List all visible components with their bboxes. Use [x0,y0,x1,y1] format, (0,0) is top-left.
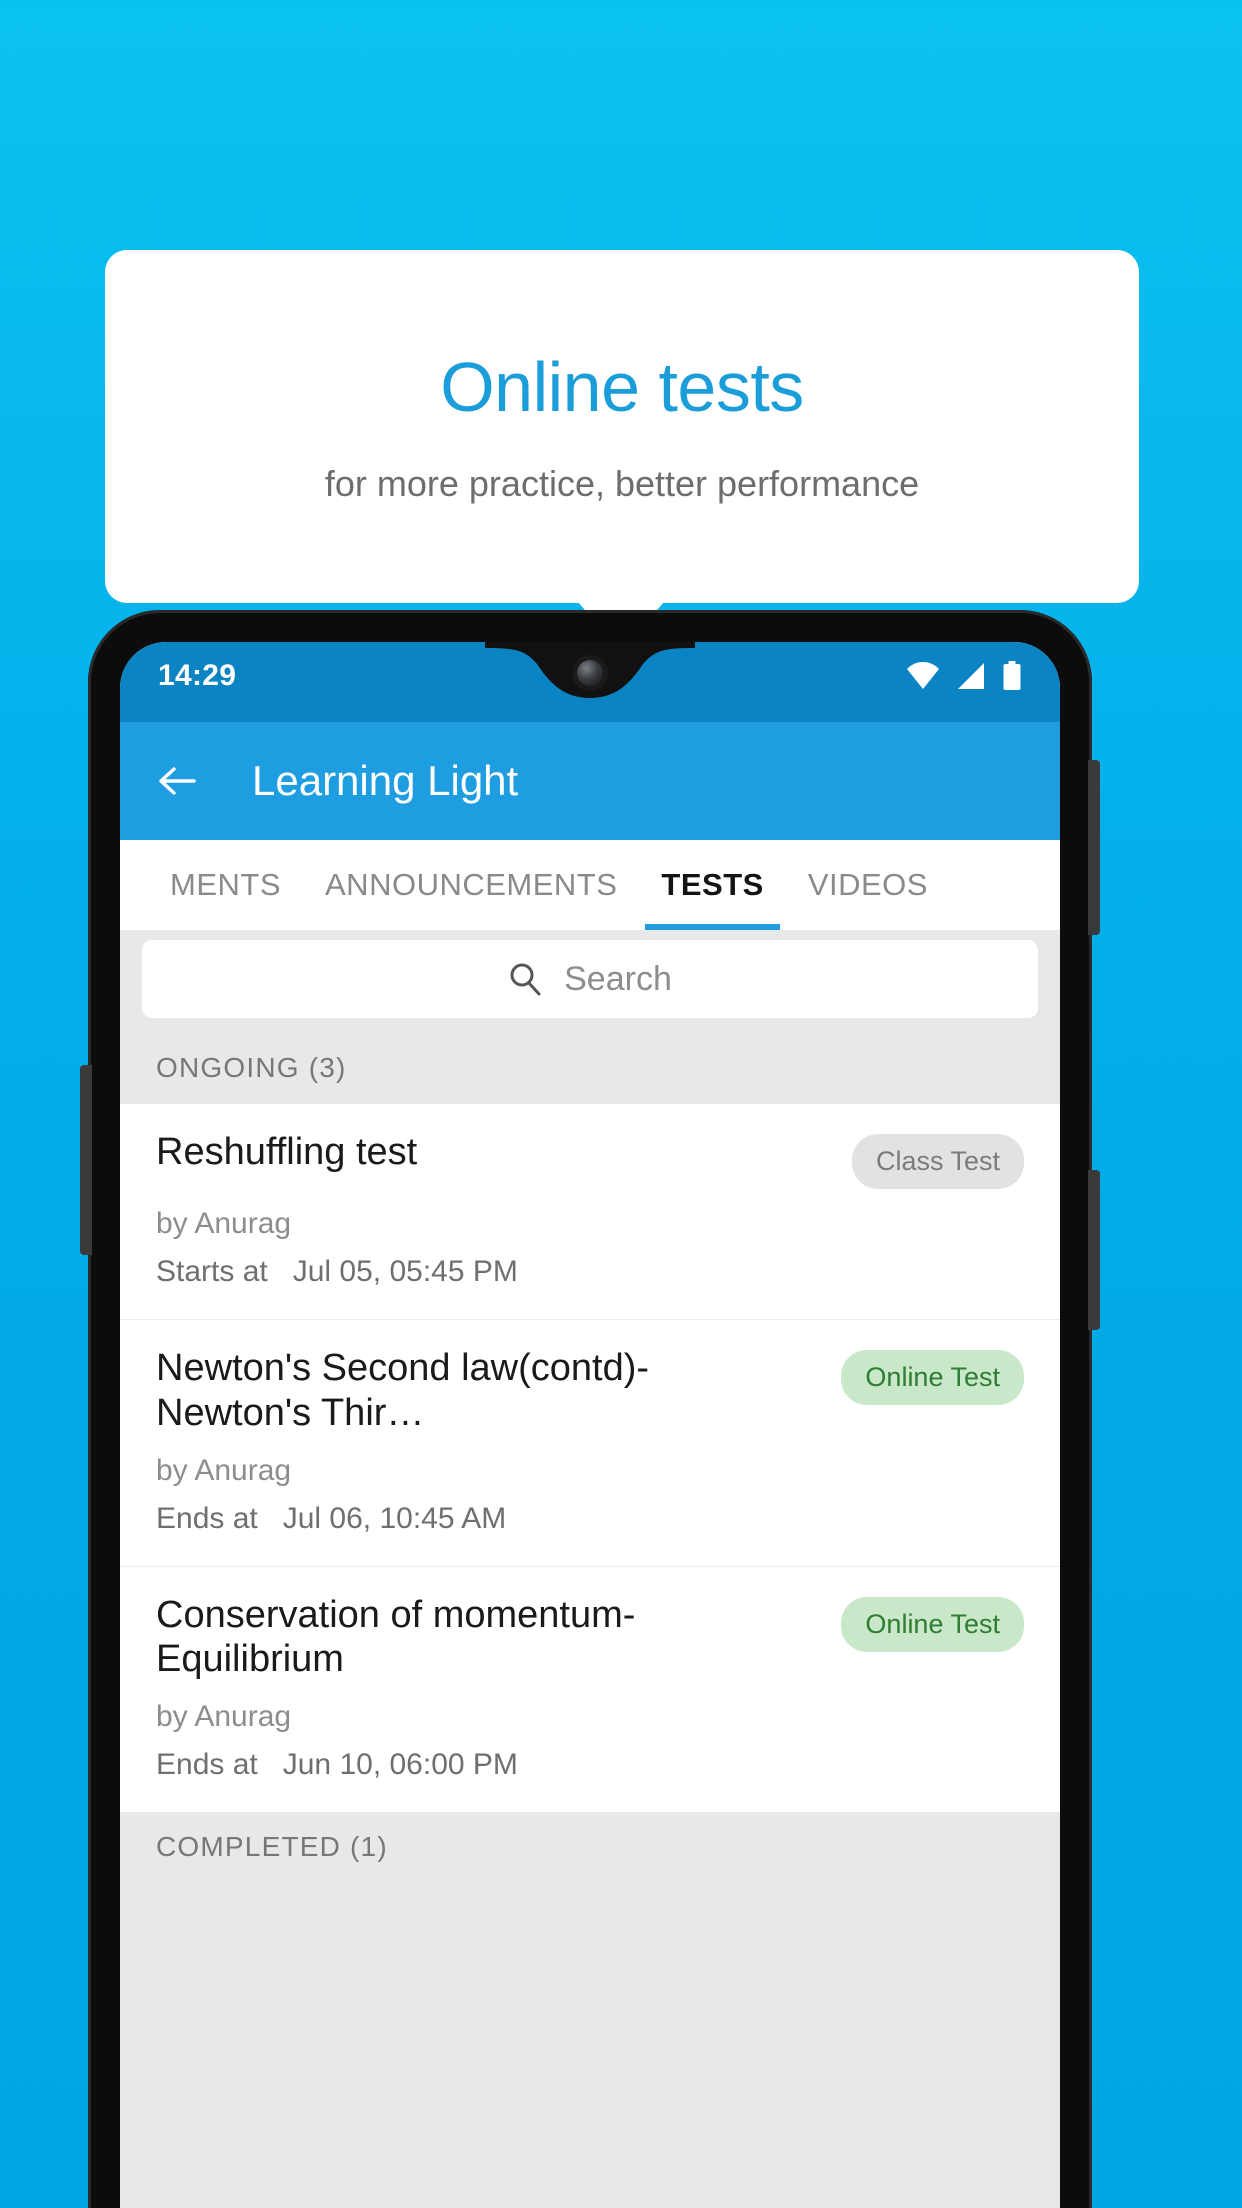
front-camera-icon [577,660,603,686]
test-time-label: Starts at [156,1255,268,1288]
battery-icon [1003,661,1021,690]
search-container: Search [120,930,1060,1034]
notch-shape [485,642,695,698]
row-header: Conservation of momentum-Equilibrium Onl… [156,1593,1024,1683]
status-badge: Class Test [851,1134,1024,1189]
test-time: Starts at Jul 05, 05:45 PM [156,1255,1024,1289]
section-header-completed: COMPLETED (1) [120,1813,1060,1884]
table-row[interactable]: Reshuffling test Class Test by Anurag St… [120,1104,1060,1320]
tab-bar: MENTS ANNOUNCEMENTS TESTS VIDEOS [120,840,1060,930]
status-badge: Online Test [841,1596,1024,1652]
phone-frame: 14:29 Learning Light MENTS ANNOUNCEMENTS… [80,610,1100,2208]
search-icon [510,963,541,996]
phone-volume-button-left[interactable] [80,1065,92,1255]
status-bar: 14:29 [120,642,1060,722]
test-author: by Anurag [156,1207,292,1240]
search-placeholder: Search [564,959,672,998]
table-row[interactable]: Newton's Second law(contd)-Newton's Thir… [120,1320,1060,1567]
phone-screen: 14:29 Learning Light MENTS ANNOUNCEMENTS… [120,642,1060,2208]
test-time-value: Jun 10, 06:00 PM [282,1748,518,1782]
app-bar: Learning Light [120,722,1060,840]
test-title: Newton's Second law(contd)-Newton's Thir… [156,1347,650,1434]
status-badge: Online Test [841,1350,1024,1405]
cell-signal-icon [958,663,984,689]
test-time: Ends at Jul 06, 10:45 AM [156,1502,1024,1536]
promo-subtitle: for more practice, better performance [324,462,920,504]
phone-notch [485,642,695,706]
test-time: Ends at Jun 10, 06:00 PM [156,1748,1024,1782]
test-author: by Anurag [156,1453,292,1487]
tab-videos[interactable]: VIDEOS [786,840,950,930]
test-author: by Anurag [156,1700,292,1734]
search-input[interactable]: Search [142,940,1038,1018]
back-arrow-icon[interactable] [154,758,200,804]
status-bar-icons [906,661,1022,691]
row-header: Reshuffling test Class Test [156,1130,1024,1189]
promo-title: Online tests [440,347,804,426]
tab-assignments[interactable]: MENTS [148,840,303,930]
tab-announcements[interactable]: ANNOUNCEMENTS [303,840,639,930]
app-bar-title: Learning Light [252,757,519,804]
table-row[interactable]: Conservation of momentum-Equilibrium Onl… [120,1566,1060,1814]
section-header-ongoing: ONGOING (3) [120,1034,1060,1104]
phone-volume-button-right[interactable] [1088,760,1100,935]
test-time-value: Jul 05, 05:45 PM [292,1255,518,1288]
test-title: Reshuffling test [156,1131,418,1173]
test-title: Conservation of momentum-Equilibrium [156,1593,636,1681]
wifi-icon [907,662,939,689]
test-time-label: Ends at [156,1748,258,1782]
tests-content: Search ONGOING (3) Reshuffling test Clas… [120,930,1060,2208]
row-header: Newton's Second law(contd)-Newton's Thir… [156,1346,1024,1436]
phone-power-button[interactable] [1088,1170,1100,1330]
status-bar-clock: 14:29 [158,659,237,692]
test-time-label: Ends at [156,1501,258,1535]
test-time-value: Jul 06, 10:45 AM [282,1501,507,1535]
tab-tests[interactable]: TESTS [639,840,785,930]
promo-callout-card: Online tests for more practice, better p… [105,250,1139,603]
